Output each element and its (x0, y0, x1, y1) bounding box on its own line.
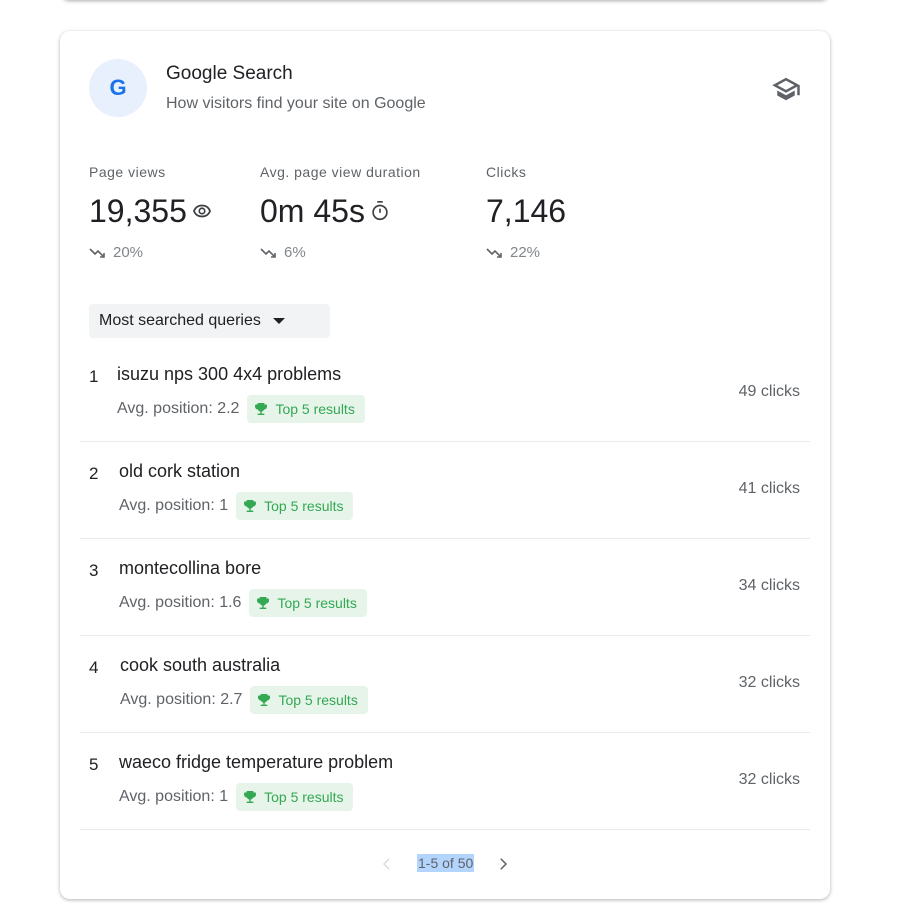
avg-position: Avg. position: 2.7 (120, 691, 243, 708)
top-results-badge: Top 5 results (249, 589, 367, 617)
list-item[interactable]: 2 old cork station Avg. position: 1 Top … (80, 442, 810, 539)
top-results-badge: Top 5 results (236, 492, 354, 520)
metric-page-views: Page views 19,355 20% (89, 164, 213, 261)
top-results-badge: Top 5 results (247, 395, 365, 423)
metric-label: Avg. page view duration (260, 164, 421, 180)
divider (80, 829, 810, 830)
query-clicks: 32 clicks (738, 674, 800, 691)
trophy-icon (257, 597, 270, 609)
list-item[interactable]: 1 isuzu nps 300 4x4 problems Avg. positi… (80, 345, 810, 442)
trend-value: 20% (113, 244, 144, 261)
query-text: waeco fridge temperature problem (119, 752, 394, 772)
avg-position: Avg. position: 1 (119, 497, 229, 514)
query-text: cook south australia (120, 655, 281, 675)
avg-position: Avg. position: 1.6 (119, 594, 242, 611)
query-rank: 4 (89, 658, 99, 677)
metric-value: 19,355 (89, 192, 187, 229)
chevron-left-icon[interactable] (378, 855, 396, 873)
chevron-right-icon[interactable] (494, 855, 512, 873)
metric-label: Page views (89, 164, 166, 180)
google-logo: G (89, 59, 147, 117)
query-type-dropdown[interactable]: Most searched queries (89, 304, 330, 338)
top-results-badge: Top 5 results (236, 783, 354, 811)
metric-value: 7,146 (486, 192, 567, 229)
trend-value: 22% (510, 244, 541, 261)
dropdown-selected: Most searched queries (99, 312, 261, 329)
list-item[interactable]: 5 waeco fridge temperature problem Avg. … (80, 733, 810, 830)
metric-label: Clicks (486, 164, 527, 180)
query-rank: 5 (89, 755, 99, 774)
metric-avg-duration: Avg. page view duration 0m 45s 6% (260, 164, 421, 261)
trophy-icon (258, 694, 271, 706)
eye-icon (191, 200, 213, 222)
trend-indicator: 6% (260, 244, 421, 261)
trophy-icon (244, 500, 257, 512)
metric-clicks: Clicks 7,146 22% (486, 164, 566, 261)
trending-down-icon (486, 247, 502, 258)
card-title: Google Search (166, 63, 293, 84)
query-text: old cork station (119, 461, 241, 481)
trending-down-icon (260, 247, 276, 258)
arrow-drop-down-icon (272, 318, 285, 324)
trophy-icon (244, 791, 257, 803)
avg-position: Avg. position: 2.2 (117, 400, 240, 417)
trending-down-icon (89, 247, 105, 258)
trend-indicator: 20% (89, 244, 213, 261)
query-text: montecollina bore (119, 558, 262, 578)
pagination: 1-5 of 50 (60, 847, 830, 887)
timer-icon (369, 200, 391, 222)
query-clicks: 41 clicks (738, 480, 800, 497)
top-results-badge: Top 5 results (250, 686, 368, 714)
page-range: 1-5 of 50 (417, 854, 475, 872)
query-text: isuzu nps 300 4x4 problems (117, 364, 342, 384)
trophy-icon (255, 403, 268, 415)
google-search-card: G Google Search How visitors find your s… (60, 31, 830, 899)
query-clicks: 32 clicks (738, 771, 800, 788)
list-item[interactable]: 4 cook south australia Avg. position: 2.… (80, 636, 810, 733)
list-item[interactable]: 3 montecollina bore Avg. position: 1.6 T… (80, 539, 810, 636)
google-g-icon: G (109, 75, 127, 100)
metric-value: 0m 45s (260, 192, 365, 229)
query-rank: 3 (89, 561, 99, 580)
avg-position: Avg. position: 1 (119, 788, 229, 805)
school-icon[interactable] (771, 74, 801, 104)
trend-indicator: 22% (486, 244, 566, 261)
query-clicks: 49 clicks (738, 383, 800, 400)
card-subtitle: How visitors find your site on Google (166, 95, 426, 112)
query-clicks: 34 clicks (738, 577, 800, 594)
trend-value: 6% (284, 244, 306, 261)
query-rank: 2 (89, 464, 99, 483)
query-rank: 1 (89, 367, 99, 386)
